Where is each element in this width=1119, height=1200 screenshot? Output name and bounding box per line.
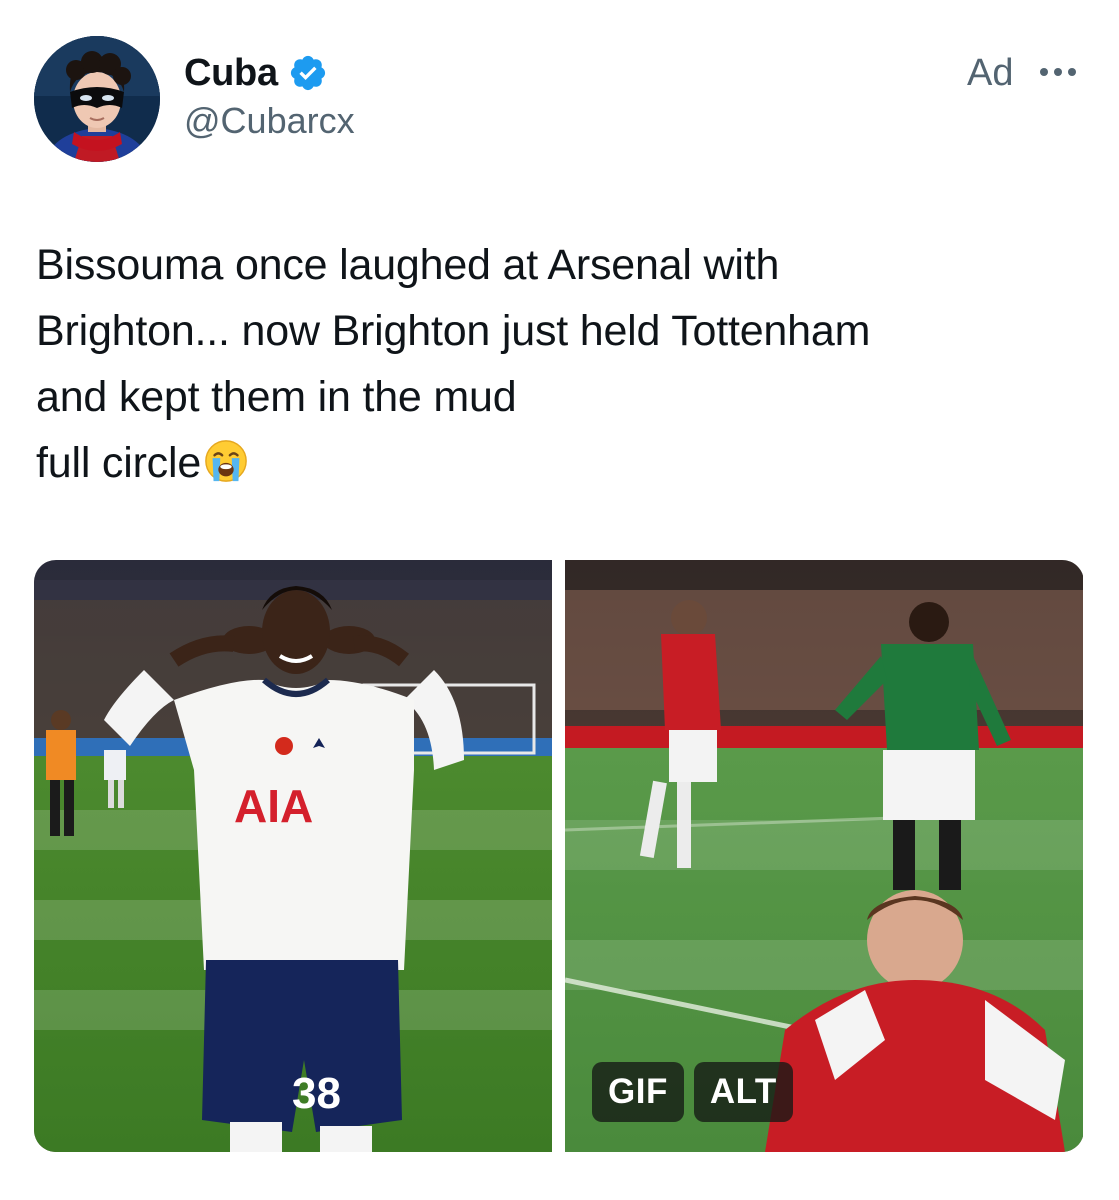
author-handle[interactable]: @Cubarcx: [184, 100, 355, 142]
avatar-image: [34, 36, 160, 162]
verified-badge-icon: [290, 55, 325, 91]
tweet-text: Bissouma once laughed at Arsenal with Br…: [36, 232, 1076, 496]
jersey-sponsor-text: AIA: [234, 780, 313, 832]
gif-badge[interactable]: GIF: [592, 1062, 684, 1122]
loudly-crying-face-icon: [205, 440, 247, 482]
avatar[interactable]: [34, 36, 160, 162]
ad-label: Ad: [967, 52, 1014, 94]
tweet-text-line: full circle: [36, 439, 202, 487]
media-gif-right[interactable]: GIF ALT: [565, 560, 1083, 1152]
tweet-text-line: Brighton... now Brighton just held Totte…: [36, 307, 871, 355]
tweet-text-line: and kept them in the mud: [36, 373, 517, 421]
media-grid: AIA 38 GIF ALT: [34, 560, 1084, 1152]
author-info: Cuba @Cubarcx: [184, 50, 355, 142]
tweet-header: Cuba @Cubarcx Ad: [0, 0, 1119, 180]
media-image-left[interactable]: AIA 38: [34, 560, 552, 1152]
shorts-number-text: 38: [292, 1069, 341, 1118]
media-badges: GIF ALT: [592, 1062, 793, 1122]
tweet-text-line: Bissouma once laughed at Arsenal with: [36, 241, 780, 289]
alt-badge[interactable]: ALT: [693, 1062, 793, 1122]
display-name[interactable]: Cuba: [184, 52, 278, 95]
name-row: Cuba: [184, 50, 355, 96]
player-celebration-photo: AIA 38: [34, 560, 552, 1152]
tweet-text-last-line: full circle: [36, 430, 1076, 496]
more-options-icon[interactable]: [1036, 60, 1080, 84]
